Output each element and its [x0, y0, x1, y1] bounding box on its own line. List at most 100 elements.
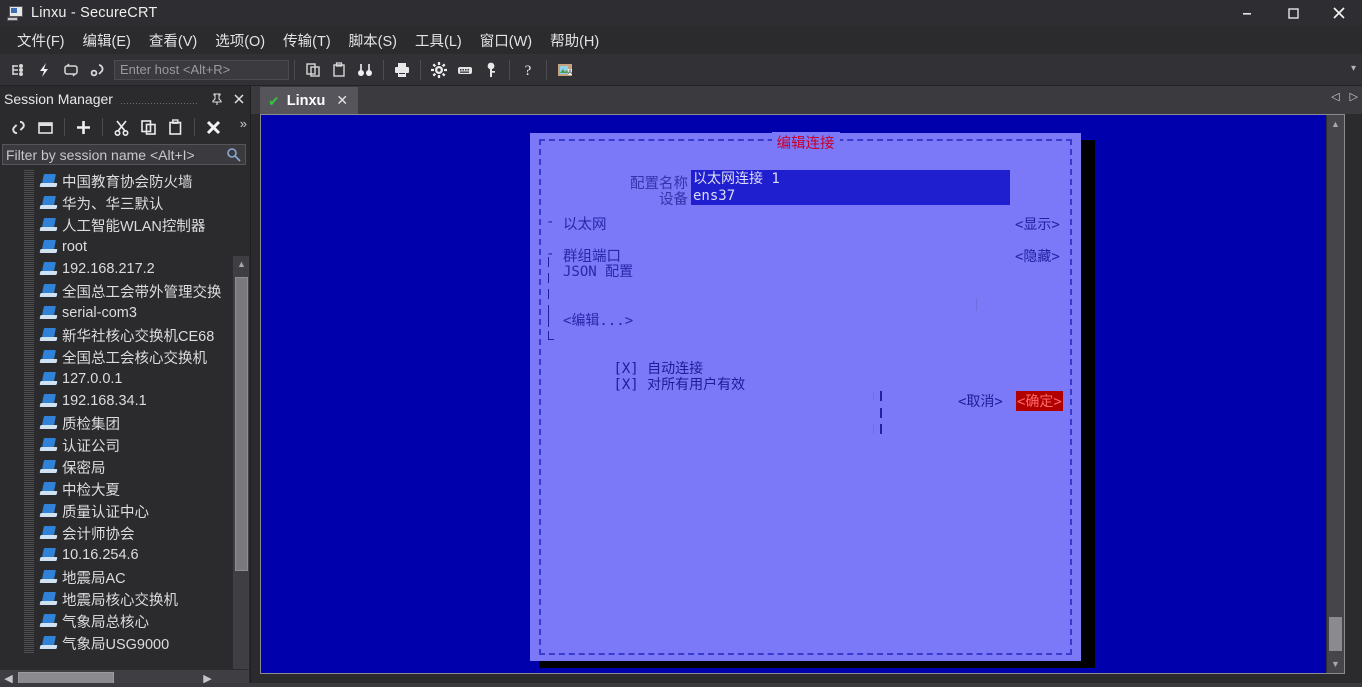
find-icon[interactable]	[352, 57, 378, 83]
menu-help[interactable]: 帮助(H)	[541, 27, 608, 54]
session-list-item[interactable]: 质量认证中心	[2, 500, 232, 522]
all-users-checkbox[interactable]: [X] 对所有用户有效	[546, 358, 745, 410]
tab-linxu[interactable]: ✔ Linxu ✕	[260, 87, 359, 114]
title-bar: Linxu - SecureCRT	[0, 0, 1362, 26]
pin-icon[interactable]	[206, 88, 228, 110]
tree-expander-ethernet-icon[interactable]: -	[546, 214, 554, 230]
hide-button[interactable]: <隐藏>	[1015, 246, 1060, 266]
quick-connect-icon[interactable]	[32, 57, 58, 83]
copy-icon[interactable]	[136, 115, 161, 139]
session-list-item[interactable]: 新华社核心交换机CE68	[2, 324, 232, 346]
session-list-item[interactable]: 地震局核心交换机	[2, 588, 232, 610]
disconnect-icon[interactable]	[84, 57, 110, 83]
menu-transfer[interactable]: 传输(T)	[274, 27, 340, 54]
session-list-item[interactable]: 气象局总核心	[2, 610, 232, 632]
copy-icon[interactable]	[300, 57, 326, 83]
minimize-button[interactable]	[1224, 0, 1270, 26]
paste-icon[interactable]	[163, 115, 188, 139]
menu-tools[interactable]: 工具(L)	[406, 27, 471, 54]
scroll-up-icon[interactable]: ▲	[233, 256, 250, 272]
search-icon[interactable]	[224, 147, 242, 162]
session-list-item-label: 人工智能WLAN控制器	[62, 218, 206, 235]
toolbar-overflow-chevron-icon[interactable]: ▾	[1351, 63, 1356, 74]
terminal-view[interactable]: 编辑连接 配置名称 设备 以太网连接 1 ens37 - 以太网 <显示> - …	[260, 114, 1345, 674]
terminal-canvas[interactable]: 编辑连接 配置名称 设备 以太网连接 1 ens37 - 以太网 <显示> - …	[262, 116, 1344, 673]
device-label: 设备	[659, 192, 688, 208]
edit-connection-dialog[interactable]: 编辑连接 配置名称 设备 以太网连接 1 ens37 - 以太网 <显示> - …	[530, 132, 1081, 661]
session-filter-row[interactable]	[2, 144, 246, 165]
session-computer-icon	[39, 240, 58, 254]
session-list-item[interactable]: 192.168.217.2	[2, 258, 232, 280]
toolbar-divider	[509, 59, 510, 80]
edit-button[interactable]: <编辑...>	[563, 310, 633, 330]
session-list-item[interactable]: serial-com3	[2, 302, 232, 324]
app-icon	[6, 5, 24, 21]
session-list-vertical-scrollbar[interactable]: ▲ ▼	[232, 256, 249, 687]
session-list-item[interactable]: 全国总工会核心交换机	[2, 346, 232, 368]
host-input[interactable]	[114, 59, 289, 80]
device-field[interactable]: ens37	[691, 187, 1010, 205]
session-list-item[interactable]: 会计师协会	[2, 522, 232, 544]
new-session-icon[interactable]	[71, 115, 96, 139]
session-computer-icon	[39, 438, 58, 452]
session-list-item[interactable]: 中检大夏	[2, 478, 232, 500]
session-list-item[interactable]: 地震局AC	[2, 566, 232, 588]
paste-icon[interactable]	[326, 57, 352, 83]
cancel-button[interactable]: <取消>	[958, 391, 1003, 411]
tree-guide-line	[24, 412, 34, 434]
tree-item-ethernet[interactable]: 以太网	[563, 213, 607, 234]
tab-prev-icon[interactable]: ◁	[1331, 90, 1339, 103]
menu-window[interactable]: 窗口(W)	[471, 27, 541, 54]
session-filter-input[interactable]	[6, 146, 224, 163]
close-icon[interactable]: ✕	[332, 92, 352, 109]
session-list-item[interactable]: 10.16.254.6	[2, 544, 232, 566]
menu-view[interactable]: 查看(V)	[140, 27, 206, 54]
help-icon[interactable]: ?	[515, 57, 541, 83]
session-options-icon[interactable]: A	[552, 57, 578, 83]
menu-options[interactable]: 选项(O)	[206, 27, 274, 54]
reconnect-icon[interactable]	[58, 57, 84, 83]
session-list-item[interactable]: 认证公司	[2, 434, 232, 456]
session-list-item[interactable]: 保密局	[2, 456, 232, 478]
session-list-item[interactable]: root	[2, 236, 232, 258]
session-list-item[interactable]: 127.0.0.1	[2, 368, 232, 390]
terminal-scrollbar[interactable]: ▲ ▼	[1326, 115, 1344, 673]
scrollbar-thumb[interactable]	[1329, 617, 1342, 651]
connection-name-field[interactable]: 以太网连接 1	[691, 170, 1010, 188]
close-button[interactable]	[1316, 0, 1362, 26]
session-list-item[interactable]: 质检集团	[2, 412, 232, 434]
session-list-item[interactable]: 192.168.34.1	[2, 390, 232, 412]
session-list-item[interactable]: 中国教育协会防火墙	[2, 170, 232, 192]
maximize-button[interactable]	[1270, 0, 1316, 26]
cut-icon[interactable]	[109, 115, 134, 139]
print-icon[interactable]	[389, 57, 415, 83]
session-list-item[interactable]: 气象局USG9000	[2, 632, 232, 654]
tree-guide-line	[24, 302, 34, 324]
tree-trunk-line	[548, 331, 549, 339]
scroll-up-icon[interactable]: ▲	[1327, 116, 1344, 132]
session-list-item[interactable]: 人工智能WLAN控制器	[2, 214, 232, 236]
new-session-icon[interactable]	[6, 57, 32, 83]
session-list[interactable]: 中国教育协会防火墙 华为、华三默认人工智能WLAN控制器 root 192.168.2…	[2, 170, 232, 687]
scroll-down-icon[interactable]: ▼	[1327, 656, 1344, 672]
ok-button[interactable]: <确定>	[1016, 391, 1063, 411]
menu-edit[interactable]: 编辑(E)	[74, 27, 140, 54]
delete-icon[interactable]	[201, 115, 226, 139]
session-toolbar-more-icon[interactable]: »	[240, 116, 247, 131]
show-button[interactable]: <显示>	[1015, 214, 1060, 234]
connect-icon[interactable]	[6, 115, 31, 139]
menu-file[interactable]: 文件(F)	[8, 27, 74, 54]
settings-icon[interactable]	[426, 57, 452, 83]
connect-in-tab-icon[interactable]	[33, 115, 58, 139]
menu-script[interactable]: 脚本(S)	[340, 27, 406, 54]
keymap-icon[interactable]	[452, 57, 478, 83]
session-list-item[interactable]: 全国总工会带外管理交换	[2, 280, 232, 302]
tab-next-icon[interactable]: ▷	[1350, 90, 1358, 103]
session-list-item[interactable]: 华为、华三默认	[2, 192, 232, 214]
scrollbar-thumb[interactable]	[235, 277, 248, 571]
session-list-item-label: 全国总工会核心交换机	[62, 350, 207, 367]
key-icon[interactable]	[478, 57, 504, 83]
tree-item-json-config[interactable]: JSON 配置	[563, 261, 633, 281]
close-panel-icon[interactable]	[228, 88, 250, 110]
session-list-item-label: 127.0.0.1	[62, 371, 123, 387]
